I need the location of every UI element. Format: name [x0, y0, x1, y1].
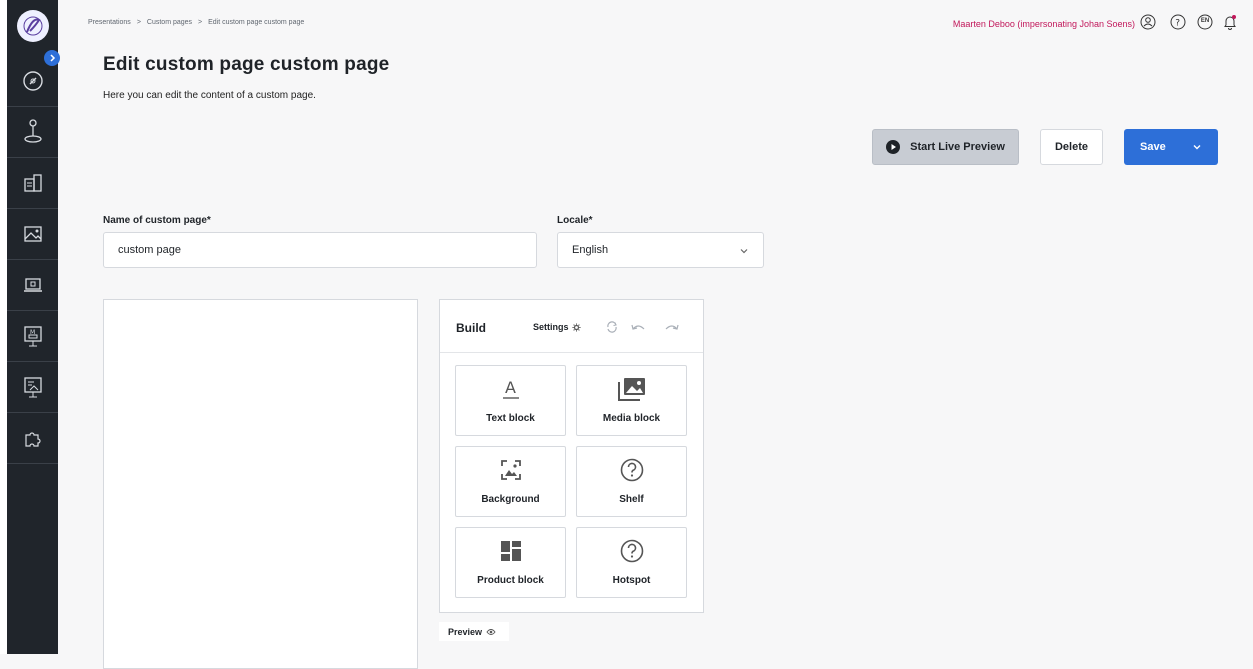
eye-icon [486, 628, 496, 635]
puzzle-icon [24, 432, 41, 447]
sidebar-item-laptop[interactable] [7, 260, 58, 311]
app-logo[interactable] [17, 10, 49, 42]
chevron-down-icon[interactable] [1192, 142, 1202, 152]
build-divider [440, 352, 703, 353]
preview-label: Preview [448, 626, 483, 637]
top-bar: Presentations > Custom pages > Edit cust… [58, 0, 1253, 44]
sidebar-item-joystick[interactable] [7, 107, 58, 158]
sidebar: M [7, 0, 58, 654]
shelf-label: Shelf [619, 494, 644, 505]
media-block-tile[interactable]: Media block [576, 365, 687, 436]
question-icon [620, 458, 643, 482]
save-label: Save [1140, 141, 1166, 153]
text-icon: A [502, 378, 519, 399]
locale-label: Locale* [557, 215, 593, 226]
redo-icon[interactable] [664, 322, 680, 332]
product-block-label: Product block [477, 575, 544, 586]
svg-text:A: A [505, 378, 516, 397]
text-block-tile[interactable]: A Text block [455, 365, 566, 436]
products-icon [23, 174, 42, 192]
page-canvas[interactable] [103, 299, 418, 669]
hotspot-tile[interactable]: Hotspot [576, 527, 687, 598]
media-icon [23, 226, 42, 242]
refresh-icon[interactable] [605, 321, 619, 333]
settings-label: Settings [533, 322, 569, 332]
laptop-icon [23, 278, 42, 292]
media-block-label: Media block [602, 413, 661, 424]
background-icon [500, 460, 521, 480]
chevron-right-icon [50, 54, 56, 62]
start-live-preview-button[interactable]: Start Live Preview [872, 129, 1019, 165]
language-label: EN [1200, 18, 1210, 24]
window-edge [0, 0, 7, 654]
joystick-icon [23, 119, 42, 143]
hotspot-label: Hotspot [612, 575, 651, 586]
build-panel: Build Settings A Text block Media block … [439, 299, 704, 613]
sidebar-item-presentation[interactable] [7, 362, 58, 413]
breadcrumb: Presentations > Custom pages > Edit cust… [88, 19, 304, 26]
sidebar-item-products[interactable] [7, 158, 58, 209]
breadcrumb-separator: > [198, 19, 203, 26]
sidebar-item-plugins[interactable] [7, 413, 58, 464]
sidebar-expand-button[interactable] [44, 50, 60, 66]
breadcrumb-current: Edit custom page custom page [208, 19, 305, 26]
question-icon [620, 539, 643, 563]
background-label: Background [481, 494, 540, 505]
chevron-down-icon [740, 249, 748, 254]
delete-button[interactable]: Delete [1040, 129, 1103, 165]
dashboard-grid-icon [500, 541, 521, 561]
locale-select[interactable]: English [557, 232, 764, 268]
user-name[interactable]: Maarten Deboo (impersonating Johan Soens… [953, 19, 1135, 29]
start-live-preview-label: Start Live Preview [910, 141, 1005, 153]
svg-text:?: ? [1175, 19, 1180, 29]
breadcrumb-separator: > [136, 19, 141, 26]
delete-label: Delete [1054, 141, 1089, 153]
bell-icon[interactable] [1222, 14, 1238, 30]
sidebar-item-presentation-m[interactable]: M [7, 311, 58, 362]
text-block-label: Text block [486, 413, 535, 424]
play-icon [886, 140, 901, 154]
breadcrumb-presentations[interactable]: Presentations [88, 19, 131, 26]
dashboard-icon [22, 71, 43, 91]
page-description: Here you can edit the content of a custo… [103, 90, 316, 101]
preview-tab[interactable]: Preview [439, 622, 509, 641]
build-title: Build [456, 321, 486, 335]
language-button[interactable]: EN [1197, 14, 1213, 30]
name-label: Name of custom page* [103, 215, 211, 226]
shelf-tile[interactable]: Shelf [576, 446, 687, 517]
gear-icon [571, 322, 581, 332]
undo-icon[interactable] [630, 322, 646, 332]
user-icon[interactable] [1140, 14, 1156, 30]
media-icon [617, 378, 645, 401]
breadcrumb-custom-pages[interactable]: Custom pages [147, 19, 192, 26]
presentation-chart-icon [23, 377, 42, 398]
name-input[interactable]: custom page [103, 232, 537, 268]
product-block-tile[interactable]: Product block [455, 527, 566, 598]
locale-value: English [572, 244, 609, 256]
presentation-m-icon: M [23, 326, 42, 347]
save-button[interactable]: Save [1124, 129, 1218, 165]
settings-button[interactable]: Settings [533, 322, 581, 332]
help-icon[interactable]: ? [1170, 14, 1186, 30]
page-title: Edit custom page custom page [103, 54, 390, 75]
sidebar-item-media[interactable] [7, 209, 58, 260]
background-tile[interactable]: Background [455, 446, 566, 517]
